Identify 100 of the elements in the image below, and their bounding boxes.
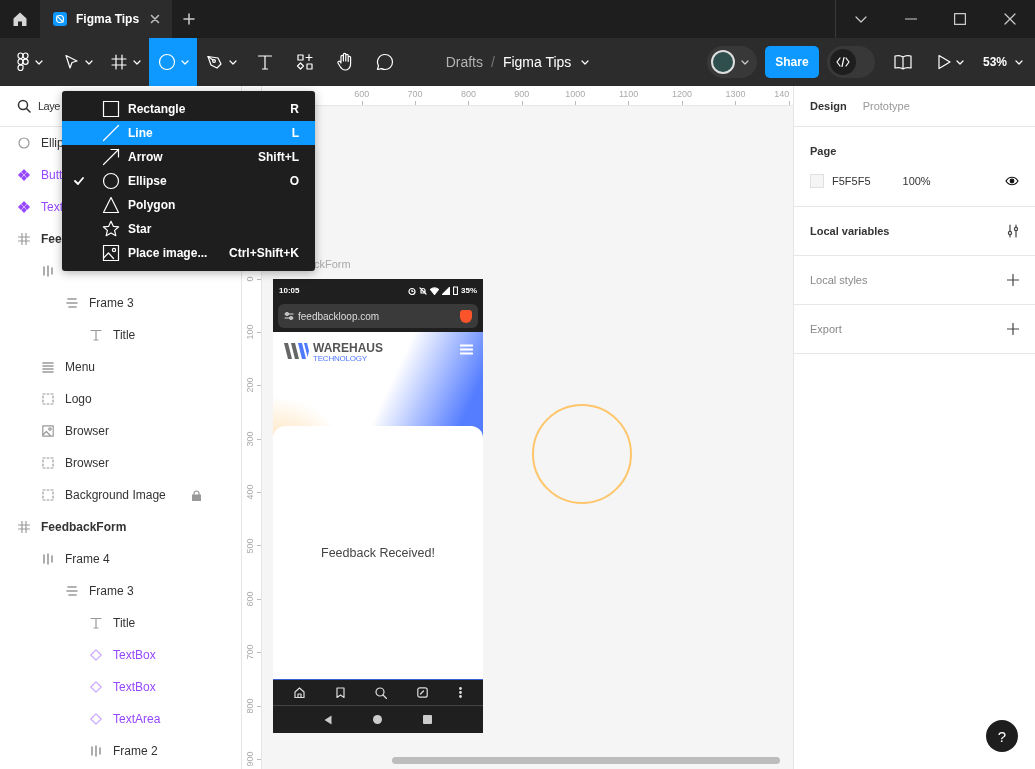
ruler-label: 600: [244, 591, 255, 607]
layer-name[interactable]: Browser: [65, 424, 109, 438]
signal-icon: [442, 286, 450, 295]
add-button[interactable]: [1007, 274, 1019, 286]
check-icon: [74, 177, 84, 185]
layer-name[interactable]: Logo: [65, 392, 92, 406]
dev-mode-toggle[interactable]: [826, 46, 875, 78]
dashed-square-icon: [42, 457, 54, 469]
frame-icon: [18, 521, 30, 533]
home-icon: [12, 11, 28, 27]
scrollbar[interactable]: [392, 757, 780, 764]
layer-name[interactable]: FeedbackForm: [41, 520, 127, 534]
layer-name[interactable]: TextBox: [113, 680, 156, 694]
layer-name[interactable]: Menu: [65, 360, 96, 374]
panel-tab[interactable]: Design: [804, 96, 853, 116]
menu-item[interactable]: Rectangle R: [62, 97, 315, 121]
plus-icon: [1007, 323, 1019, 335]
columns-icon: [90, 745, 102, 757]
ruler-label: 400: [244, 484, 255, 500]
rectangle-icon: [102, 100, 120, 118]
menu-item[interactable]: Place image... Ctrl+Shift+K: [62, 241, 315, 265]
zoom-button[interactable]: 53%: [978, 55, 1027, 69]
bookmark-icon: [335, 687, 345, 698]
shield-icon[interactable]: [460, 309, 472, 323]
plus-icon: [1007, 274, 1019, 286]
image-icon: [102, 244, 120, 262]
book-icon: [892, 53, 913, 71]
ruler-label: 0: [244, 276, 255, 282]
play-icon: [937, 54, 952, 70]
file-name-button[interactable]: Figma Tips: [502, 54, 590, 70]
phone-screenshot[interactable]: 10:05 35% feedbackloop.com WAREHAUS TECHNOLOGY Feedback Received!: [273, 279, 483, 733]
caret-icon: [1015, 59, 1023, 65]
address-bar[interactable]: feedbackloop.com: [278, 304, 478, 328]
wifi-icon: [430, 286, 439, 295]
columns-icon: [42, 265, 54, 277]
layer-name[interactable]: Frame 3: [89, 296, 134, 310]
layer-name[interactable]: Background Image: [65, 488, 166, 502]
home-icon: [294, 687, 306, 698]
layer-name[interactable]: Text: [41, 200, 63, 214]
tune-icon: [284, 311, 294, 321]
layer-name[interactable]: Frame 2: [113, 744, 158, 758]
tab-title: Figma Tips: [76, 12, 140, 26]
comment-icon: [375, 52, 395, 72]
menu-icon: [460, 344, 473, 355]
ruler-label: 600: [354, 89, 370, 100]
file-tab[interactable]: Figma Tips: [40, 0, 172, 38]
layer-name[interactable]: Butt: [41, 168, 63, 182]
menu-item[interactable]: Arrow Shift+L: [62, 145, 315, 169]
close-tab-button[interactable]: [150, 14, 160, 24]
text-icon: [90, 617, 102, 629]
maximize-icon: [954, 13, 967, 25]
layer-name[interactable]: TextBox: [113, 648, 156, 662]
layers-heading: Laye: [38, 100, 60, 112]
status-time: 10:05: [279, 286, 300, 295]
ruler-label: 1000: [565, 89, 586, 100]
triangle-icon: [102, 196, 120, 214]
text-icon: [256, 53, 274, 71]
ruler-label: 140: [774, 89, 790, 100]
logo-icon: [15, 52, 30, 72]
diamond-icon: [90, 681, 102, 693]
ruler-label: 900: [514, 89, 530, 100]
ruler-label: 300: [244, 431, 255, 447]
alarm-icon: [408, 286, 416, 295]
brand-tagline: TECHNOLOGY: [313, 355, 368, 363]
ruler-label: 1200: [672, 89, 693, 100]
ruler-label: 700: [407, 89, 423, 100]
layer-name[interactable]: Frame 3: [89, 584, 134, 598]
menu-item[interactable]: Ellipse O: [62, 169, 315, 193]
frame-icon: [18, 233, 30, 245]
avatar-button[interactable]: [706, 46, 757, 78]
ruler-label: 1300: [725, 89, 746, 100]
logo-icon: [283, 342, 309, 360]
menu-item[interactable]: Star: [62, 217, 315, 241]
layer-name[interactable]: Fee: [41, 232, 62, 246]
layer-name[interactable]: TextArea: [113, 712, 161, 726]
caret-icon: [581, 59, 590, 65]
columns-icon: [42, 553, 54, 565]
brand-name: WAREHAUS: [313, 342, 383, 355]
add-button[interactable]: [1007, 323, 1019, 335]
layer-name[interactable]: Frame 4: [65, 552, 110, 566]
menu-item[interactable]: Polygon: [62, 193, 315, 217]
eye-icon: [1005, 176, 1019, 186]
circle-icon: [18, 137, 30, 149]
bell-off-icon: [419, 286, 427, 295]
circle-icon: [157, 53, 176, 71]
layer-name[interactable]: Title: [113, 616, 136, 630]
plus-icon: [183, 13, 195, 25]
component-icon: [18, 201, 30, 213]
variables-button[interactable]: [1007, 224, 1019, 238]
list-icon: [42, 361, 54, 373]
layer-name[interactable]: Browser: [65, 456, 109, 470]
color-value[interactable]: F5F5F5: [832, 175, 871, 187]
color-swatch[interactable]: [810, 174, 824, 188]
help-button[interactable]: ?: [986, 720, 1018, 752]
arrow-icon: [102, 148, 120, 166]
opacity-value[interactable]: 100%: [902, 175, 931, 187]
breadcrumb-link[interactable]: Drafts: [445, 54, 483, 70]
layer-name[interactable]: Title: [113, 328, 136, 342]
diamond-icon: [90, 713, 102, 725]
close-icon: [150, 14, 160, 24]
